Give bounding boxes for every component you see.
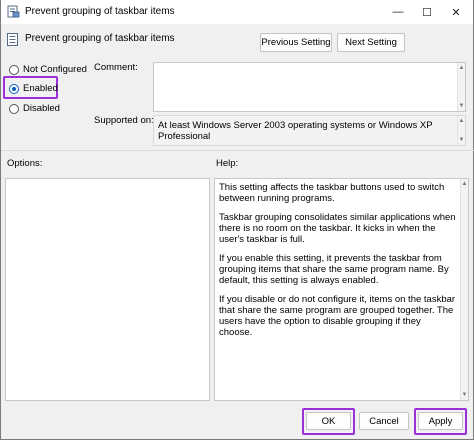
comment-field[interactable]: ▲ ▼ <box>153 62 466 112</box>
disabled-radio[interactable]: Disabled <box>9 103 60 114</box>
enabled-radio[interactable]: Enabled <box>9 83 58 94</box>
help-paragraph: If you enable this setting, it prevents … <box>219 253 449 286</box>
options-label: Options: <box>7 158 43 169</box>
maximize-button[interactable]: ☐ <box>412 0 442 24</box>
policy-document-icon <box>7 5 20 18</box>
supported-on-field: At least Windows Server 2003 operating s… <box>153 115 466 146</box>
radio-label: Not Configured <box>23 64 87 75</box>
supported-on-label: Supported on: <box>94 115 154 126</box>
radio-circle[interactable] <box>9 64 19 75</box>
options-pane <box>5 178 210 401</box>
radio-circle[interactable] <box>9 103 19 114</box>
help-scrollbar[interactable]: ▲ ▼ <box>460 179 468 400</box>
radio-circle-selected[interactable] <box>9 83 19 94</box>
help-label: Help: <box>216 158 239 169</box>
scroll-down-icon[interactable]: ▼ <box>458 102 465 110</box>
maximize-icon: ☐ <box>422 6 432 19</box>
cancel-button[interactable]: Cancel <box>359 412 409 430</box>
help-paragraph: If you disable or do not configure it, i… <box>219 294 456 338</box>
scroll-up-icon[interactable]: ▲ <box>461 180 468 188</box>
not-configured-radio[interactable]: Not Configured <box>9 64 87 75</box>
window-title: Prevent grouping of taskbar items <box>25 6 175 17</box>
help-paragraph: Taskbar grouping consolidates similar ap… <box>219 212 456 245</box>
policy-dialog: Prevent grouping of taskbar items — ☐ ✕ … <box>0 0 474 440</box>
comment-label: Comment: <box>94 62 138 73</box>
divider <box>1 150 474 151</box>
title-bar: Prevent grouping of taskbar items — ☐ ✕ <box>1 0 473 24</box>
minimize-icon: — <box>392 6 404 18</box>
help-paragraph: This setting affects the taskbar buttons… <box>219 182 445 204</box>
previous-setting-button[interactable]: Previous Setting <box>260 33 332 52</box>
ok-button[interactable]: OK <box>306 412 351 430</box>
minimize-button[interactable]: — <box>383 0 413 24</box>
help-pane: This setting affects the taskbar buttons… <box>214 178 469 401</box>
scroll-up-icon[interactable]: ▲ <box>458 64 465 72</box>
close-button[interactable]: ✕ <box>441 0 471 24</box>
radio-label: Enabled <box>23 83 58 94</box>
radio-label: Disabled <box>23 103 60 114</box>
next-setting-button[interactable]: Next Setting <box>337 33 405 52</box>
scroll-down-icon[interactable]: ▼ <box>461 391 468 399</box>
policy-title: Prevent grouping of taskbar items <box>25 33 175 44</box>
supported-on-value: At least Windows Server 2003 operating s… <box>158 120 433 142</box>
policy-setting-icon <box>7 33 18 46</box>
supported-scrollbar[interactable]: ▲ ▼ <box>457 116 465 145</box>
comment-scrollbar[interactable]: ▲ ▼ <box>457 63 465 111</box>
scroll-down-icon[interactable]: ▼ <box>458 136 465 144</box>
close-icon: ✕ <box>451 6 461 19</box>
scroll-up-icon[interactable]: ▲ <box>458 117 465 125</box>
apply-button[interactable]: Apply <box>418 412 463 430</box>
